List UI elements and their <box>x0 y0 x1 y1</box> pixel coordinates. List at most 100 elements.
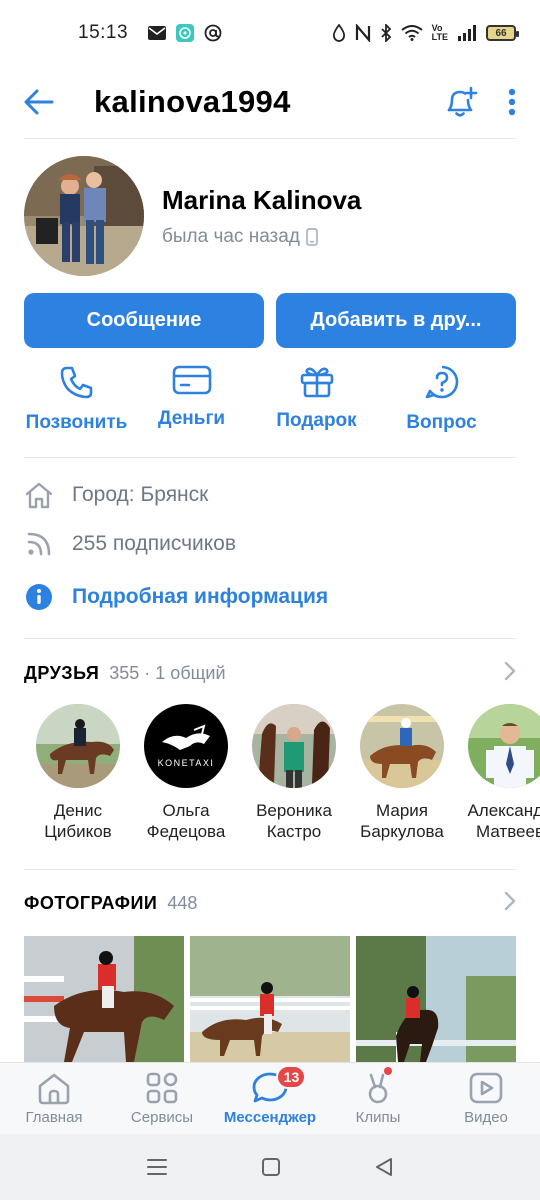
tab-label: Клипы <box>355 1109 401 1126</box>
bluetooth-icon <box>380 24 392 42</box>
actions-divider <box>24 457 516 458</box>
friend-name: Мария Баркулова <box>360 801 444 841</box>
photos-title: ФОТОГРАФИИ <box>24 892 158 913</box>
question-action[interactable]: Вопрос <box>379 364 504 444</box>
profile-avatar[interactable] <box>24 156 144 276</box>
photo-thumbnail[interactable] <box>356 936 516 1062</box>
money-label: Деньги <box>157 408 226 429</box>
mobile-device-icon <box>306 227 318 246</box>
photo-thumbnail[interactable] <box>190 936 350 1062</box>
friend-item[interactable]: АлександрМатвеев <box>456 704 540 854</box>
question-icon <box>424 364 460 400</box>
friend-avatar <box>36 704 120 788</box>
home-icon <box>36 1071 72 1105</box>
messenger-notification-icon <box>176 24 195 42</box>
status-notifications <box>148 24 222 42</box>
page-title: kalinova1994 <box>94 84 291 119</box>
friend-name: Денис Цибиков <box>44 801 112 841</box>
photos-grid <box>24 936 540 1062</box>
tab-video[interactable]: Видео <box>432 1063 540 1134</box>
friend-avatar <box>468 704 540 788</box>
status-system-icons: Vo LTE 66 <box>332 23 519 42</box>
friend-item[interactable]: KONETAXI Ольга Федецова <box>132 704 240 854</box>
chevron-right-icon[interactable] <box>504 891 516 916</box>
nfc-icon <box>355 24 371 42</box>
profile-buttons: Сообщение Добавить в дру... <box>24 293 516 348</box>
profile-header: kalinova1994 <box>0 66 540 138</box>
money-action[interactable]: Деньги <box>129 364 254 444</box>
services-icon <box>145 1071 179 1105</box>
question-label: Вопрос <box>406 412 477 433</box>
friend-item[interactable]: Мария Баркулова <box>348 704 456 854</box>
gift-label: Подарок <box>276 410 357 431</box>
call-label: Позвонить <box>25 412 128 433</box>
message-button[interactable]: Сообщение <box>24 293 264 348</box>
friend-name: Вероника Кастро <box>256 801 332 841</box>
bottom-tab-bar: Главная Сервисы 13 Мессенджер Клипы Виде… <box>0 1062 540 1134</box>
tab-clips[interactable]: Клипы <box>324 1063 432 1134</box>
tab-label: Сервисы <box>130 1109 194 1126</box>
friend-avatar <box>360 704 444 788</box>
status-bar: 15:13 Vo LTE 66 <box>0 0 540 66</box>
tab-label: Главная <box>25 1109 83 1126</box>
friend-avatar <box>252 704 336 788</box>
header-divider <box>24 138 516 139</box>
friend-avatar: KONETAXI <box>144 704 228 788</box>
photos-header[interactable]: ФОТОГРАФИИ 448 <box>24 888 516 918</box>
wifi-icon <box>401 25 423 41</box>
info-icon <box>24 583 54 611</box>
details-link[interactable]: Подробная информация <box>72 585 328 609</box>
back-arrow-icon[interactable] <box>24 89 54 115</box>
clips-icon <box>361 1071 395 1105</box>
call-action[interactable]: Позвонить <box>24 364 129 444</box>
tab-home[interactable]: Главная <box>0 1063 108 1134</box>
recent-apps-icon[interactable] <box>146 1157 168 1177</box>
at-sign-icon <box>204 24 222 42</box>
tab-services[interactable]: Сервисы <box>108 1063 216 1134</box>
system-navigation-bar <box>0 1134 540 1200</box>
gift-icon <box>299 364 335 398</box>
photo-thumbnail[interactable] <box>24 936 184 1062</box>
rss-feed-icon <box>24 531 54 557</box>
online-status: была час назад <box>162 226 361 248</box>
followers-row[interactable]: 255 подписчиков <box>24 527 516 561</box>
phone-icon <box>59 364 95 400</box>
tab-messenger[interactable]: 13 Мессенджер <box>216 1063 324 1134</box>
home-button-icon[interactable] <box>261 1157 281 1177</box>
city-text: Город: Брянск <box>72 483 209 506</box>
details-row[interactable]: Подробная информация <box>24 580 516 614</box>
subscribe-bell-icon[interactable] <box>444 86 478 118</box>
battery-icon: 66 <box>486 25 519 41</box>
last-seen-text: была час назад <box>162 225 300 247</box>
photos-count: 448 <box>167 892 198 913</box>
card-icon <box>172 364 212 396</box>
video-icon <box>468 1071 504 1105</box>
followers-text: 255 подписчиков <box>72 532 237 555</box>
data-saver-icon <box>332 24 346 42</box>
friend-item[interactable]: Денис Цибиков <box>24 704 132 854</box>
gift-action[interactable]: Подарок <box>254 364 379 444</box>
konetaxi-logo-text: KONETAXI <box>158 758 215 768</box>
more-menu-icon[interactable] <box>508 88 516 116</box>
tab-label: Видео <box>464 1109 508 1126</box>
friends-count: 355 · 1 общий <box>109 662 226 683</box>
city-row: Город: Брянск <box>24 478 516 512</box>
friends-divider <box>24 869 516 870</box>
signal-icon <box>457 25 477 41</box>
home-icon <box>24 481 54 509</box>
friends-header[interactable]: ДРУЗЬЯ 355 · 1 общий <box>24 658 516 688</box>
status-time: 15:13 <box>78 22 129 43</box>
friends-list: Денис Цибиков KONETAXI Ольга Федецова Веро… <box>0 704 540 854</box>
friend-name: АлександрМатвеев <box>467 801 540 841</box>
quick-actions: Позвонить Деньги Подарок Вопрос <box>0 364 540 444</box>
volte-icon: Vo LTE <box>431 23 448 42</box>
tab-label: Мессенджер <box>223 1109 317 1126</box>
friend-name: Ольга Федецова <box>146 801 226 841</box>
unread-badge: 13 <box>276 1065 307 1089</box>
friend-item[interactable]: Вероника Кастро <box>240 704 348 854</box>
profile-name: Marina Kalinova <box>162 184 362 215</box>
back-button-icon[interactable] <box>374 1157 394 1177</box>
chevron-right-icon[interactable] <box>504 661 516 686</box>
info-divider <box>24 638 516 639</box>
add-friend-button[interactable]: Добавить в дру... <box>276 293 516 348</box>
